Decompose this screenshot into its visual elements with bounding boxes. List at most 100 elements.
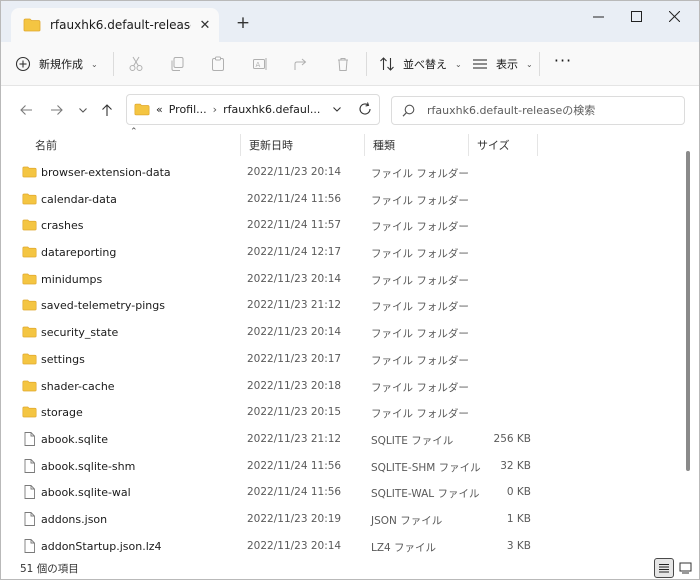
close-icon [668, 10, 680, 23]
item-name: browser-extension-data [41, 166, 171, 179]
cut-button[interactable] [126, 54, 146, 74]
folder-row[interactable]: settings 2022/11/23 20:17 ファイル フォルダー [1, 346, 687, 373]
folder-row[interactable]: minidumps 2022/11/23 20:14 ファイル フォルダー [1, 266, 687, 293]
folder-icon [22, 300, 37, 311]
sort-button[interactable]: 並べ替え ⌄ [379, 52, 462, 76]
clipboard-icon [212, 56, 224, 71]
column-header-name[interactable]: 名前 [27, 132, 240, 158]
item-name: minidumps [41, 272, 103, 286]
item-date: 2022/11/24 12:17 [247, 246, 342, 259]
svg-text:A: A [256, 61, 261, 69]
file-row[interactable]: addonStartup.json.lz4 2022/11/23 20:14 LZ4… [1, 533, 687, 560]
item-type: SQLITE-WAL ファイル [371, 488, 480, 501]
refresh-button[interactable] [357, 101, 375, 119]
details-view-button[interactable] [654, 558, 674, 578]
item-date: 2022/11/23 20:14 [247, 166, 342, 178]
view-button[interactable]: 表示 ⌄ [472, 52, 533, 76]
file-row[interactable]: abook.sqlite-shm 2022/11/24 11:56 SQLITE-S… [1, 453, 687, 480]
item-date: 2022/11/23 20:15 [247, 406, 342, 419]
item-type: JSON ファイル [371, 514, 443, 527]
item-size: 0 KB [506, 486, 531, 499]
file-list: browser-extension-data 2022/11/23 20:14 ファ… [1, 159, 687, 559]
item-date: 2022/11/24 11:56 [247, 486, 342, 499]
folder-row[interactable]: crashes 2022/11/24 11:57 ファイル フォルダー [1, 212, 687, 239]
address-bar[interactable]: « Profil... › rfauxhk6.defaul... [126, 94, 380, 125]
search-input[interactable] [427, 104, 667, 117]
item-size: 3 KB [506, 539, 531, 552]
file-icon [24, 458, 35, 473]
copy-button[interactable] [167, 54, 187, 74]
folder-row[interactable]: security_state 2022/11/23 20:14 ファイル フォルダー [1, 319, 687, 346]
tiles-view-button[interactable] [677, 559, 693, 577]
breadcrumb-profiles[interactable]: Profil... [169, 103, 207, 116]
column-header-date[interactable]: 更新日時 [241, 132, 364, 158]
item-type: ファイル フォルダー [371, 274, 469, 287]
close-window-button[interactable] [651, 7, 697, 31]
address-dropdown-button[interactable] [332, 104, 342, 117]
sort-icon [380, 57, 394, 71]
column-header-size[interactable]: サイズ [469, 132, 537, 158]
new-tab-button[interactable]: + [233, 13, 253, 33]
arrow-right-icon [51, 105, 63, 115]
item-name: abook.sqlite-wal [41, 486, 131, 500]
item-date: 2022/11/23 20:14 [247, 539, 342, 552]
item-name: abook.sqlite [41, 432, 108, 446]
forward-button[interactable] [47, 100, 67, 120]
more-options-button[interactable]: ··· [552, 53, 574, 74]
column-header-type[interactable]: 種類 [365, 132, 468, 158]
recent-locations-button[interactable] [73, 100, 93, 120]
file-row[interactable]: abook.sqlite-wal 2022/11/24 11:56 SQLITE-W… [1, 479, 687, 506]
item-date: 2022/11/23 21:12 [247, 299, 342, 312]
folder-icon [22, 326, 37, 338]
column-divider[interactable] [537, 134, 538, 156]
item-name: storage [41, 406, 83, 420]
tab-title: rfauxhk6.default-release [50, 18, 191, 32]
rename-button[interactable]: A [250, 54, 270, 74]
new-button[interactable]: 新規作成 ⌄ [15, 52, 98, 76]
breadcrumb-current[interactable]: rfauxhk6.defaul... [223, 103, 320, 116]
folder-icon [134, 103, 150, 116]
divider [113, 52, 114, 76]
item-date: 2022/11/24 11:56 [247, 192, 342, 205]
share-icon [294, 58, 307, 70]
item-type: SQLITE ファイル [371, 434, 454, 447]
folder-icon [22, 193, 37, 205]
chevron-down-icon [79, 108, 87, 113]
tiles-view-icon [679, 562, 691, 574]
tab-current-folder[interactable]: rfauxhk6.default-release ✕ [11, 8, 219, 42]
command-bar: 新規作成 ⌄ A 並べ替え ⌄ 表示 ⌄ ··· [1, 42, 699, 86]
item-type: ファイル フォルダー [371, 328, 469, 341]
item-name: datareporting [41, 246, 117, 260]
file-row[interactable]: addons.json 2022/11/23 20:19 JSON ファイル 1 KB [1, 506, 687, 533]
scissors-icon [129, 56, 143, 71]
item-type: ファイル フォルダー [371, 248, 469, 261]
close-tab-button[interactable]: ✕ [191, 18, 219, 33]
breadcrumb-separator[interactable]: › [213, 103, 217, 116]
folder-row[interactable]: datareporting 2022/11/24 12:17 ファイル フォルダー [1, 239, 687, 266]
folder-row[interactable]: calendar-data 2022/11/24 11:56 ファイル フォルダー [1, 186, 687, 213]
share-button[interactable] [291, 54, 311, 74]
item-name: abook.sqlite-shm [41, 459, 136, 473]
item-type: LZ4 ファイル [371, 541, 437, 554]
chevron-down-icon: ⌄ [91, 59, 98, 69]
item-type: ファイル フォルダー [371, 301, 469, 314]
arrow-up-icon [102, 104, 112, 116]
up-button[interactable] [97, 100, 117, 120]
item-type: ファイル フォルダー [371, 354, 469, 367]
item-name: shader-cache [41, 379, 115, 393]
divider [366, 52, 367, 76]
back-button[interactable] [16, 100, 36, 120]
folder-row[interactable]: browser-extension-data 2022/11/23 20:14 ファ… [1, 159, 687, 186]
file-icon [24, 431, 35, 446]
folder-row[interactable]: saved-telemetry-pings 2022/11/23 21:12 ファイ… [1, 292, 687, 319]
folder-row[interactable]: shader-cache 2022/11/23 20:18 ファイル フォルダー [1, 373, 687, 400]
file-row[interactable]: abook.sqlite 2022/11/23 21:12 SQLITE ファイル 2… [1, 426, 687, 453]
search-box[interactable] [391, 96, 685, 125]
search-icon [402, 104, 415, 117]
sort-button-label: 並べ替え [403, 58, 447, 71]
delete-button[interactable] [333, 54, 353, 74]
breadcrumb-overflow[interactable]: « [156, 103, 163, 116]
paste-button[interactable] [208, 54, 228, 74]
vertical-scrollbar[interactable] [686, 151, 690, 471]
folder-row[interactable]: storage 2022/11/23 20:15 ファイル フォルダー [1, 399, 687, 426]
